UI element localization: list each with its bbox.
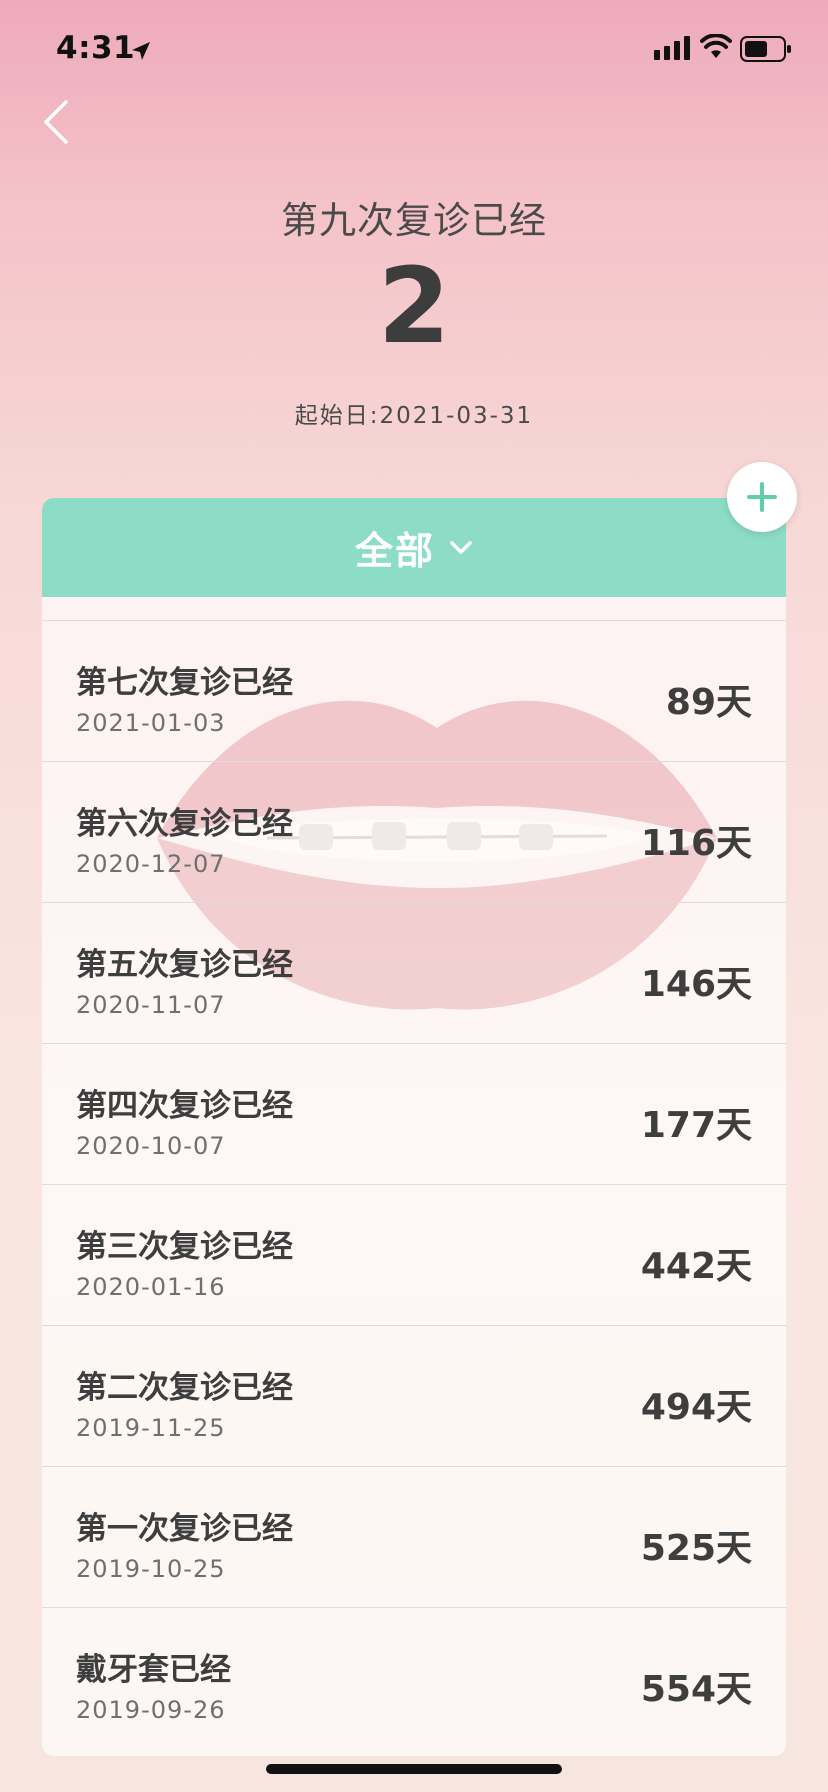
item-date: 2020-11-07 [76,991,226,1019]
back-button[interactable] [36,94,76,150]
item-days: 525天 [640,1528,752,1569]
item-date: 2021-01-03 [76,709,226,737]
item-title: 第二次复诊已经 [76,1370,293,1406]
item-days: 177天 [640,1105,752,1146]
wifi-icon [700,34,732,58]
list-item[interactable]: 第三次复诊已经 2020-01-16 442天 [42,1184,786,1325]
list-item[interactable]: 戴牙套已经 2019-09-26 554天 [42,1607,786,1748]
home-indicator [266,1764,562,1774]
item-date: 2020-10-07 [76,1132,226,1160]
item-days: 442天 [640,1246,752,1287]
add-record-button[interactable] [727,462,797,532]
page-title: 第九次复诊已经 [281,199,547,242]
list-item[interactable]: 第一次复诊已经 2019-10-25 525天 [42,1466,786,1607]
list-item[interactable]: 第五次复诊已经 2020-11-07 146天 [42,902,786,1043]
filter-dropdown[interactable]: 全部 [42,498,786,597]
start-date-label: 起始日:2021-03-31 [294,403,534,429]
item-date: 2019-09-26 [76,1696,226,1724]
item-title: 第七次复诊已经 [76,665,293,701]
records-list: 第七次复诊已经 2021-01-03 89天 第六次复诊已经 2020-12-0… [42,620,786,1748]
chevron-down-icon [450,540,472,554]
filter-label: 全部 [354,529,435,573]
list-item[interactable]: 第四次复诊已经 2020-10-07 177天 [42,1043,786,1184]
cellular-signal-icon [654,36,690,60]
item-title: 第四次复诊已经 [76,1088,293,1124]
item-date: 2020-12-07 [76,850,226,878]
location-arrow-icon [132,42,150,60]
item-title: 第五次复诊已经 [76,947,293,983]
item-date: 2019-10-25 [76,1555,226,1583]
item-days: 554天 [640,1669,752,1710]
item-days: 146天 [640,964,752,1005]
list-item[interactable]: 第二次复诊已经 2019-11-25 494天 [42,1325,786,1466]
chevron-left-icon [44,100,68,144]
item-days: 89天 [665,682,752,723]
item-title: 戴牙套已经 [76,1652,231,1688]
plus-icon [747,482,777,512]
item-title: 第一次复诊已经 [76,1511,293,1547]
screen: 4:31 第九次复诊已经 2 起始日:2021-03-31 全部 第七次复诊已经… [0,0,828,1792]
item-days: 494天 [640,1387,752,1428]
day-counter: 2 [377,245,451,367]
item-title: 第六次复诊已经 [76,806,293,842]
item-title: 第三次复诊已经 [76,1229,293,1265]
status-time: 4:31 [56,30,136,66]
item-days: 116天 [640,823,752,864]
list-item[interactable]: 第七次复诊已经 2021-01-03 89天 [42,620,786,761]
records-card: 全部 第七次复诊已经 2021-01-03 89天 第六次复诊已经 2020-1… [42,498,786,1756]
battery-icon [740,36,791,62]
list-item[interactable]: 第六次复诊已经 2020-12-07 116天 [42,761,786,902]
item-date: 2019-11-25 [76,1414,226,1442]
item-date: 2020-01-16 [76,1273,226,1301]
